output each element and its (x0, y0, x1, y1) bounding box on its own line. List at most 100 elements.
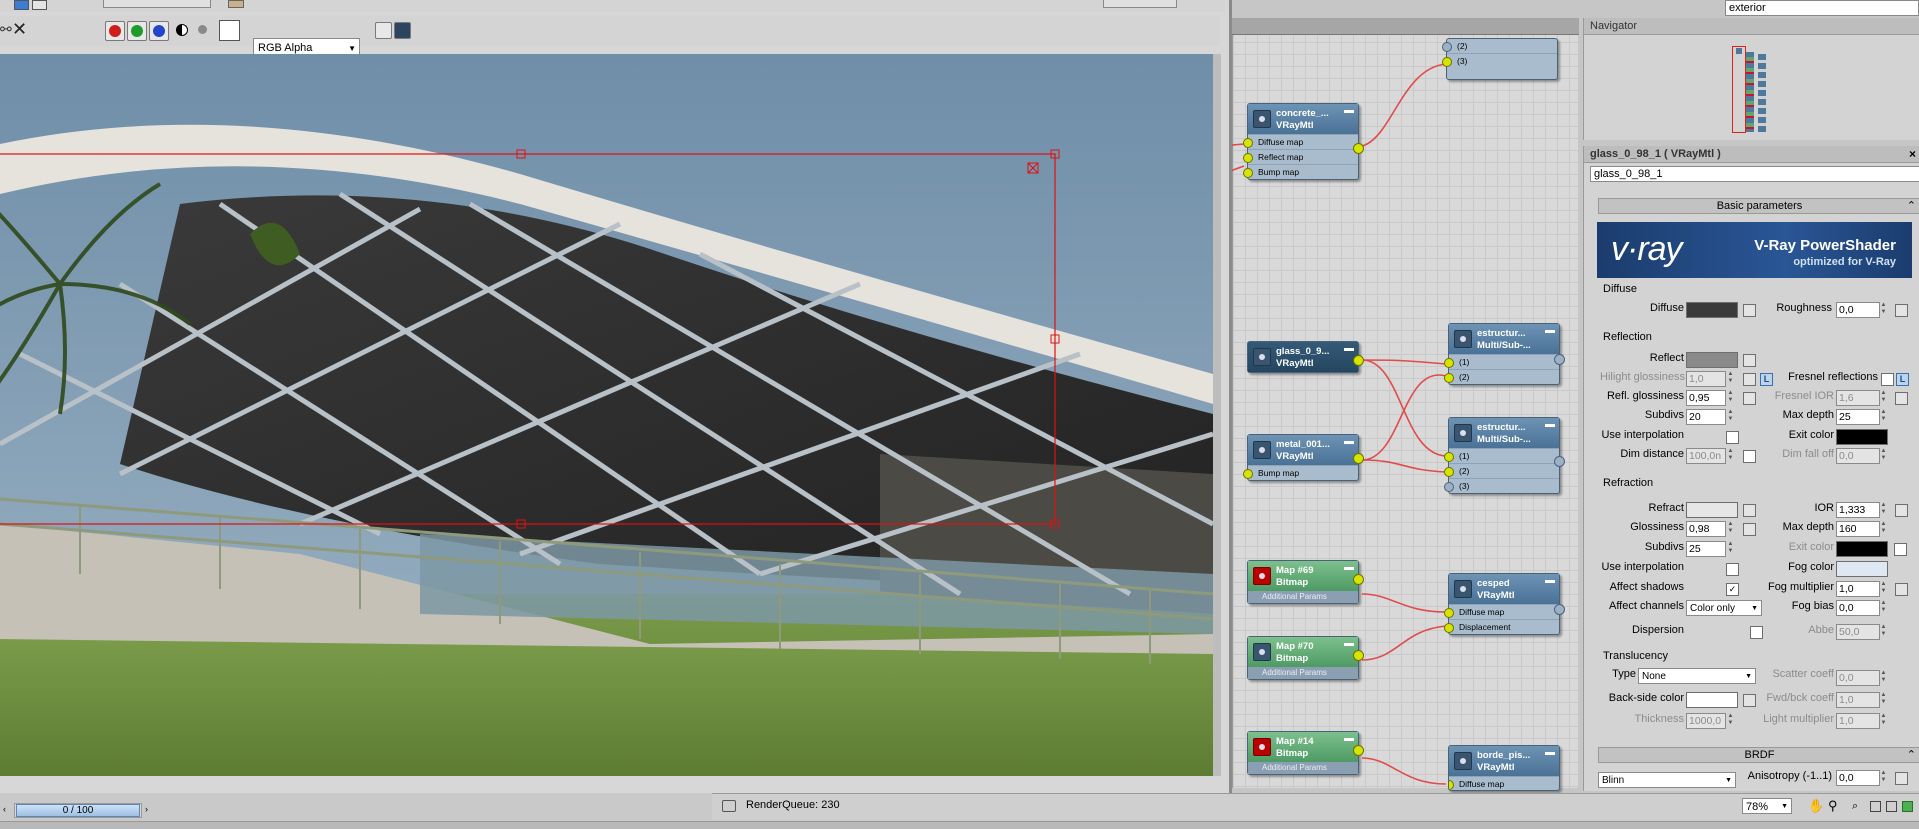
reflect-map-button[interactable] (1743, 354, 1756, 367)
back-side-map-button[interactable] (1743, 694, 1756, 707)
refr-exit-color-checkbox[interactable] (1894, 543, 1907, 556)
node-output-socket[interactable] (1353, 355, 1364, 366)
node-header[interactable]: ▬ borde_pis... VRayMtl (1449, 746, 1559, 776)
abbe-spinner[interactable]: 50,0 (1836, 624, 1880, 640)
spinner-arrows-icon[interactable]: ▲ ▼ (1727, 541, 1734, 555)
tracking-icon[interactable] (228, 0, 244, 8)
prev-frame-icon[interactable]: ‹ (3, 804, 6, 814)
additional-params-rollout[interactable]: Additional Params (1248, 667, 1358, 679)
spinner-arrows-icon[interactable]: ▲ ▼ (1727, 448, 1734, 462)
basic-parameters-rollout[interactable]: Basic parameters ⌃ (1598, 198, 1919, 214)
spinner-arrows-icon[interactable]: ▲ ▼ (1727, 409, 1734, 423)
node-output-socket[interactable] (1353, 745, 1364, 756)
node-header[interactable]: ▬ estructur... Multi/Sub-... (1449, 418, 1559, 448)
refr-max-depth-spinner[interactable]: 160 (1836, 521, 1880, 537)
node-header[interactable]: ▬ concrete_... VRayMtl (1248, 104, 1358, 134)
anisotropy-map-button[interactable] (1895, 772, 1908, 785)
node-slot[interactable]: (2) (1444, 463, 1559, 478)
node-output-socket[interactable] (1554, 456, 1565, 467)
refl-glossiness-map-button[interactable] (1743, 392, 1756, 405)
node-output-socket[interactable] (1353, 143, 1364, 154)
refract-map-button[interactable] (1743, 504, 1756, 517)
dispersion-checkbox[interactable] (1750, 626, 1763, 639)
minimize-icon[interactable]: ▬ (1344, 105, 1354, 117)
pan-hand-icon[interactable]: ✋ (1808, 798, 1824, 814)
spinner-arrows-icon[interactable]: ▲ ▼ (1880, 670, 1887, 684)
color-swatch[interactable] (219, 20, 240, 41)
navigator-panel[interactable]: Navigator (1583, 18, 1919, 140)
minimize-icon[interactable]: ▬ (1344, 436, 1354, 448)
green-channel-button[interactable] (127, 21, 147, 41)
refr-exit-color-swatch[interactable] (1836, 541, 1888, 557)
zoom-region-icon[interactable]: ⌕ (1852, 800, 1858, 813)
ior-spinner[interactable]: 1,333 (1836, 502, 1880, 518)
node-output-socket[interactable] (1554, 354, 1565, 365)
affect-channels-dropdown[interactable]: Color only ▼ (1686, 600, 1762, 616)
node-slot[interactable]: (1) (1444, 354, 1559, 369)
fresnel-lock-button[interactable]: L (1896, 373, 1909, 386)
spinner-arrows-icon[interactable]: ▲ ▼ (1880, 521, 1887, 535)
node-glass[interactable]: ▬ glass_0_9... VRayMtl (1247, 341, 1364, 373)
brdf-type-dropdown[interactable]: Blinn ▼ (1598, 772, 1736, 788)
node-slot[interactable]: Diffuse map (1444, 604, 1559, 619)
node-slot[interactable]: (2) (1444, 369, 1559, 384)
refr-subdivs-spinner[interactable]: 25 (1686, 541, 1726, 557)
node-output-socket[interactable] (1353, 453, 1364, 464)
fog-multiplier-spinner[interactable]: 1,0 (1836, 581, 1880, 597)
minimize-icon[interactable]: ▬ (1344, 638, 1354, 650)
lut-icon[interactable] (394, 22, 411, 39)
node-header[interactable]: ▬ cesped VRayMtl (1449, 574, 1559, 604)
spinner-arrows-icon[interactable]: ▲ ▼ (1880, 770, 1887, 784)
node-map-69[interactable]: ▬ Map #69 Bitmap Additional Params (1247, 560, 1364, 604)
spinner-arrows-icon[interactable]: ▲ ▼ (1880, 390, 1887, 404)
node-header[interactable]: ▬ estructur... Multi/Sub-... (1449, 324, 1559, 354)
node-estructura-2[interactable]: ▬ estructur... Multi/Sub-... (1) (2) (3) (1444, 417, 1565, 494)
refl-glossiness-spinner[interactable]: 0,95 (1686, 390, 1726, 406)
node-slot[interactable]: (1) (1444, 448, 1559, 463)
alpha-icon[interactable] (176, 24, 188, 36)
layout-icon[interactable] (1902, 801, 1913, 812)
render-button[interactable] (1103, 0, 1177, 8)
link-icon[interactable]: ⚯ (0, 21, 12, 38)
node-slot[interactable]: Diffuse map (1243, 134, 1358, 149)
node-header[interactable]: ▬ Map #69 Bitmap (1248, 561, 1358, 591)
fresnel-ior-spinner[interactable]: 1,6 (1836, 390, 1880, 406)
save-image-icon[interactable] (14, 0, 29, 10)
affect-shadows-checkbox[interactable]: ✓ (1726, 583, 1739, 596)
fog-multiplier-map-button[interactable] (1895, 583, 1908, 596)
spinner-arrows-icon[interactable]: ▲ ▼ (1880, 713, 1887, 727)
node-estructura-1[interactable]: ▬ estructur... Multi/Sub-... (1) (2) (1444, 323, 1565, 385)
dim-distance-checkbox[interactable] (1743, 450, 1756, 463)
node-header[interactable]: ▬ Map #14 Bitmap (1248, 732, 1358, 762)
thickness-spinner[interactable]: 1000,0 (1686, 713, 1726, 729)
spinner-arrows-icon[interactable]: ▲ ▼ (1880, 409, 1887, 423)
node-slot[interactable]: Reflect map (1243, 149, 1358, 164)
node-header[interactable]: ▬ glass_0_9... VRayMtl (1248, 342, 1358, 372)
collapse-icon[interactable]: ⌃ (1907, 748, 1916, 762)
zoom-dropdown[interactable]: 78% ▼ (1742, 798, 1792, 814)
minimize-icon[interactable]: ▬ (1545, 575, 1555, 587)
additional-params-rollout[interactable]: Additional Params (1248, 762, 1358, 774)
zoom-extents-icon[interactable] (1870, 801, 1881, 812)
spinner-arrows-icon[interactable]: ▲ ▼ (1880, 581, 1887, 595)
diffuse-color-swatch[interactable] (1686, 302, 1738, 318)
minimize-icon[interactable]: ▬ (1344, 562, 1354, 574)
node-output-socket[interactable] (1554, 604, 1565, 615)
rendered-image[interactable] (0, 54, 1213, 776)
reflect-color-swatch[interactable] (1686, 352, 1738, 368)
node-output-socket[interactable] (1353, 574, 1364, 585)
minimize-icon[interactable]: ▬ (1545, 747, 1555, 759)
light-multiplier-spinner[interactable]: 1,0 (1836, 713, 1880, 729)
ior-map-button[interactable] (1895, 504, 1908, 517)
history-button[interactable] (103, 0, 211, 8)
spinner-arrows-icon[interactable]: ▲ ▼ (1880, 600, 1887, 614)
minimize-icon[interactable]: ▬ (1545, 419, 1555, 431)
node-map-70[interactable]: ▬ Map #70 Bitmap Additional Params (1247, 636, 1364, 680)
node-borde[interactable]: ▬ borde_pis... VRayMtl Diffuse map (1448, 745, 1560, 791)
anisotropy-spinner[interactable]: 0,0 (1836, 770, 1880, 786)
spinner-arrows-icon[interactable]: ▲ ▼ (1880, 692, 1887, 706)
diffuse-map-button[interactable] (1743, 304, 1756, 317)
spinner-arrows-icon[interactable]: ▲ ▼ (1727, 521, 1734, 535)
zoom-icon[interactable]: ⚲ (1828, 798, 1838, 814)
fresnel-reflections-checkbox[interactable] (1881, 373, 1894, 386)
